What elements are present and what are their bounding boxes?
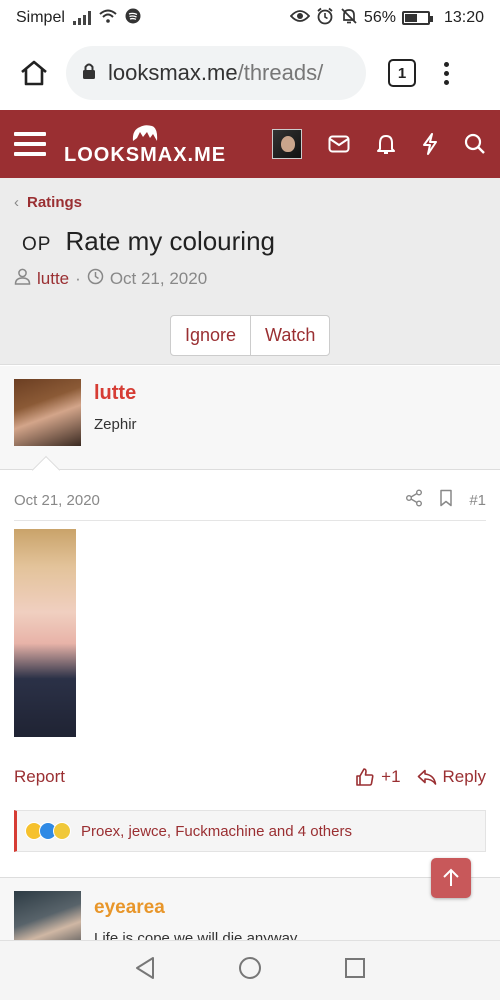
scroll-to-top-button[interactable] [431,858,471,898]
account-avatar[interactable] [272,129,302,159]
thread-date[interactable]: Oct 21, 2020 [110,269,207,289]
watch-button[interactable]: Watch [250,316,329,355]
browser-menu-button[interactable] [444,61,449,85]
arrow-up-icon [443,868,459,886]
site-logo[interactable]: LOOKSMAX.ME [64,124,226,165]
breadcrumb[interactable]: ‹ Ratings [14,194,82,211]
reaction-emoji-icons [25,822,71,840]
report-link[interactable]: Report [14,767,65,787]
post-actions: Report +1 Reply [14,767,486,787]
bookmark-icon[interactable] [439,489,453,511]
ignore-button[interactable]: Ignore [171,316,250,355]
post-username[interactable]: lutte [94,382,136,405]
breadcrumb-label: Ratings [27,194,83,211]
reply-button[interactable]: Reply [417,767,486,787]
home-button[interactable] [14,53,54,93]
thumbs-up-icon [356,768,374,786]
wifi-icon [99,9,117,28]
thread-meta: lutte · Oct 21, 2020 [14,268,207,290]
eye-icon [289,9,311,28]
hair-logo-icon [130,124,160,145]
reactions-summary: Proex, jewce, Fuckmachine and 4 others [81,822,352,840]
user-title: Zephir [94,416,137,433]
lock-icon [82,60,96,86]
url-host: looksmax.me [108,60,238,85]
thread-title: Rate my colouring [65,226,275,256]
post-username[interactable]: eyearea [94,897,165,919]
laughing-icon [53,822,71,840]
tab-count: 1 [397,64,407,82]
inbox-icon[interactable] [328,135,350,153]
meta-separator: · [75,269,81,288]
bell-icon[interactable] [376,133,396,155]
share-icon[interactable] [405,489,423,511]
clock-icon [87,268,104,290]
clock: 13:20 [443,9,484,26]
reply-label: Reply [442,767,486,786]
alarm-icon [316,7,334,30]
tab-switcher-button[interactable]: 1 [388,59,416,87]
battery-icon [401,11,433,25]
url-path: /threads/ [237,60,324,85]
home-icon [21,60,47,86]
url-bar[interactable]: looksmax.me/threads/ [66,46,366,100]
post-image[interactable] [14,529,76,737]
system-navigation-bar [0,940,500,1000]
battery-percent: 56% [363,9,396,26]
post-date[interactable]: Oct 21, 2020 [14,492,100,509]
hamburger-menu-icon[interactable] [14,132,46,156]
post-number[interactable]: #1 [469,492,486,509]
browser-toolbar: looksmax.me/threads/ 1 [0,36,500,110]
page-title: OP Rate my colouring [22,226,275,257]
avatar[interactable] [14,891,81,947]
mute-icon [340,7,358,30]
like-button[interactable]: +1 [355,767,401,787]
lightning-icon[interactable] [422,133,438,155]
op-badge: OP [22,234,52,255]
thread-actions: Ignore Watch [170,315,331,356]
thread-author-link[interactable]: lutte [37,269,69,289]
logo-text: LOOKSMAX.ME [64,143,227,166]
signal-icon [72,11,91,25]
thread-header: ‹ Ratings OP Rate my colouring lutte · O… [0,178,500,365]
site-header: LOOKSMAX.ME [0,110,500,178]
reactions-bar[interactable]: Proex, jewce, Fuckmachine and 4 others [14,810,486,852]
next-post-user-block: eyearea Life is cope we will die anyway [0,877,500,947]
back-icon[interactable] [134,956,156,985]
recents-icon[interactable] [344,957,366,984]
reply-icon [417,769,436,785]
post-body: Oct 21, 2020 #1 Report +1 Reply Proex, j… [0,471,500,871]
home-circle-icon[interactable] [238,956,262,985]
chevron-left-icon: ‹ [14,194,19,211]
user-icon [14,268,31,290]
status-bar: Simpel 56% 13:20 [0,0,500,36]
spotify-icon [125,8,141,29]
like-count: +1 [381,767,401,786]
avatar[interactable] [14,379,81,446]
post-user-block: lutte Zephir [0,366,500,470]
carrier-name: Simpel [16,9,65,26]
post-meta: Oct 21, 2020 #1 [14,489,486,521]
search-icon[interactable] [464,133,486,155]
